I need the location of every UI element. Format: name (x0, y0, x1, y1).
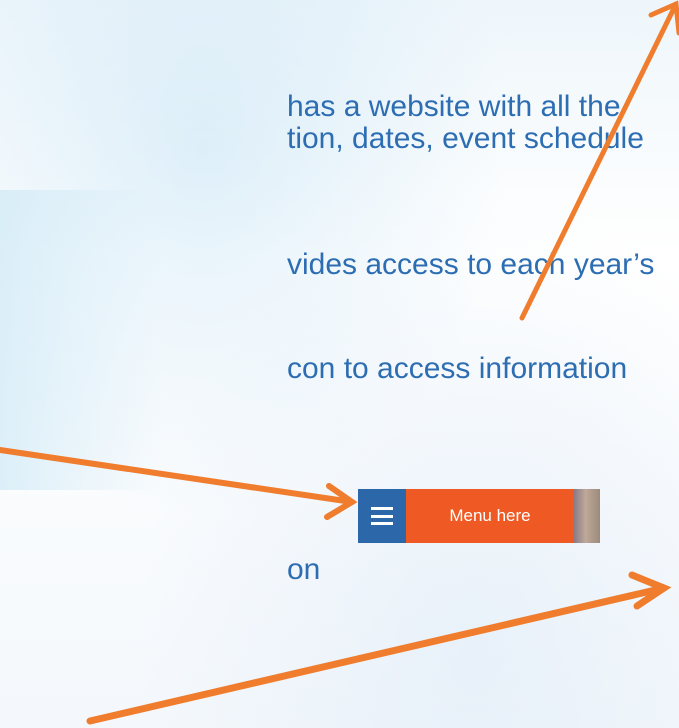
arrow-lower-right (86, 571, 672, 725)
arrow-to-menu (0, 447, 358, 520)
annotation-arrows (0, 0, 679, 725)
arrow-up-right (519, 0, 679, 321)
